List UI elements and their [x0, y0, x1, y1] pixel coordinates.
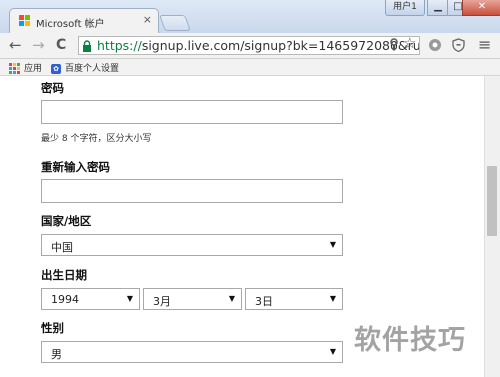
birth-day-select[interactable]: 3日 ▼ [245, 288, 343, 310]
bookmark-baidu-label: 百度个人设置 [65, 64, 120, 74]
menu-icon[interactable]: ≡ [478, 35, 491, 54]
page-scrollbar[interactable] [484, 76, 500, 377]
reenter-password-label: 重新输入密码 [41, 160, 110, 174]
window-close-button[interactable]: ✕ [462, 0, 500, 16]
title-bar: Microsoft 帐户 × 用户1 ▁ □ ✕ [0, 0, 500, 33]
bookmarks-bar: 应用 ✿ 百度个人设置 [0, 59, 500, 76]
tab-title: Microsoft 帐户 [36, 19, 105, 30]
dropdown-arrow-icon: ▼ [126, 294, 133, 303]
country-select[interactable]: 中国 ▼ [41, 234, 343, 256]
watermark-text: 软件技巧 [354, 325, 466, 356]
reenter-password-input[interactable] [41, 179, 343, 203]
address-bar[interactable]: https://signup.live.com/signup?bk=146597… [78, 36, 420, 55]
scrollbar-thumb[interactable] [487, 166, 497, 236]
url-scheme: https:// [97, 38, 142, 53]
minimize-button[interactable]: ▁ [427, 0, 449, 16]
country-value: 中国 [51, 241, 73, 254]
password-hint: 最少 8 个字符，区分大小写 [41, 134, 152, 144]
gender-select[interactable]: 男 ▼ [41, 341, 343, 363]
forward-icon[interactable]: → [32, 37, 45, 53]
bookmark-apps[interactable]: 应用 [9, 61, 42, 74]
birthdate-label: 出生日期 [41, 268, 87, 282]
gender-value: 男 [51, 348, 62, 361]
bookmark-apps-label: 应用 [24, 64, 43, 74]
dropdown-arrow-icon: ▼ [329, 240, 336, 249]
microsoft-logo-icon [19, 15, 31, 27]
url-host: signup.live.com [141, 38, 241, 53]
birth-year-value: 1994 [51, 293, 79, 306]
browser-tab[interactable]: Microsoft 帐户 × [9, 8, 159, 33]
gender-label: 性别 [41, 321, 64, 335]
key-icon[interactable] [389, 38, 399, 52]
lock-icon [83, 40, 91, 52]
shield-icon[interactable] [452, 38, 465, 52]
tab-close-icon[interactable]: × [143, 13, 152, 26]
password-label: 密码 [41, 81, 64, 95]
browser-toolbar: ← → C https://signup.live.com/signup?bk=… [0, 33, 500, 59]
dropdown-arrow-icon: ▼ [329, 347, 336, 356]
birth-month-value: 3月 [153, 295, 171, 308]
birth-month-select[interactable]: 3月 ▼ [143, 288, 242, 310]
apps-grid-icon [9, 63, 20, 74]
birth-year-select[interactable]: 1994 ▼ [41, 288, 140, 310]
password-input[interactable] [41, 100, 343, 124]
url-text: https://signup.live.com/signup?bk=146597… [97, 38, 419, 53]
bookmark-star-icon[interactable]: ☆ [403, 34, 416, 52]
extension-globe-icon[interactable] [428, 38, 442, 52]
bookmark-baidu[interactable]: ✿ 百度个人设置 [51, 61, 119, 74]
baidu-paw-icon: ✿ [51, 63, 61, 74]
user-profile-button[interactable]: 用户1 [385, 0, 425, 16]
dropdown-arrow-icon: ▼ [329, 294, 336, 303]
dropdown-arrow-icon: ▼ [228, 294, 235, 303]
birth-day-value: 3日 [255, 295, 273, 308]
reload-icon[interactable]: C [56, 37, 66, 53]
country-label: 国家/地区 [41, 214, 92, 228]
back-icon[interactable]: ← [9, 37, 22, 53]
new-tab-button[interactable] [159, 15, 191, 31]
